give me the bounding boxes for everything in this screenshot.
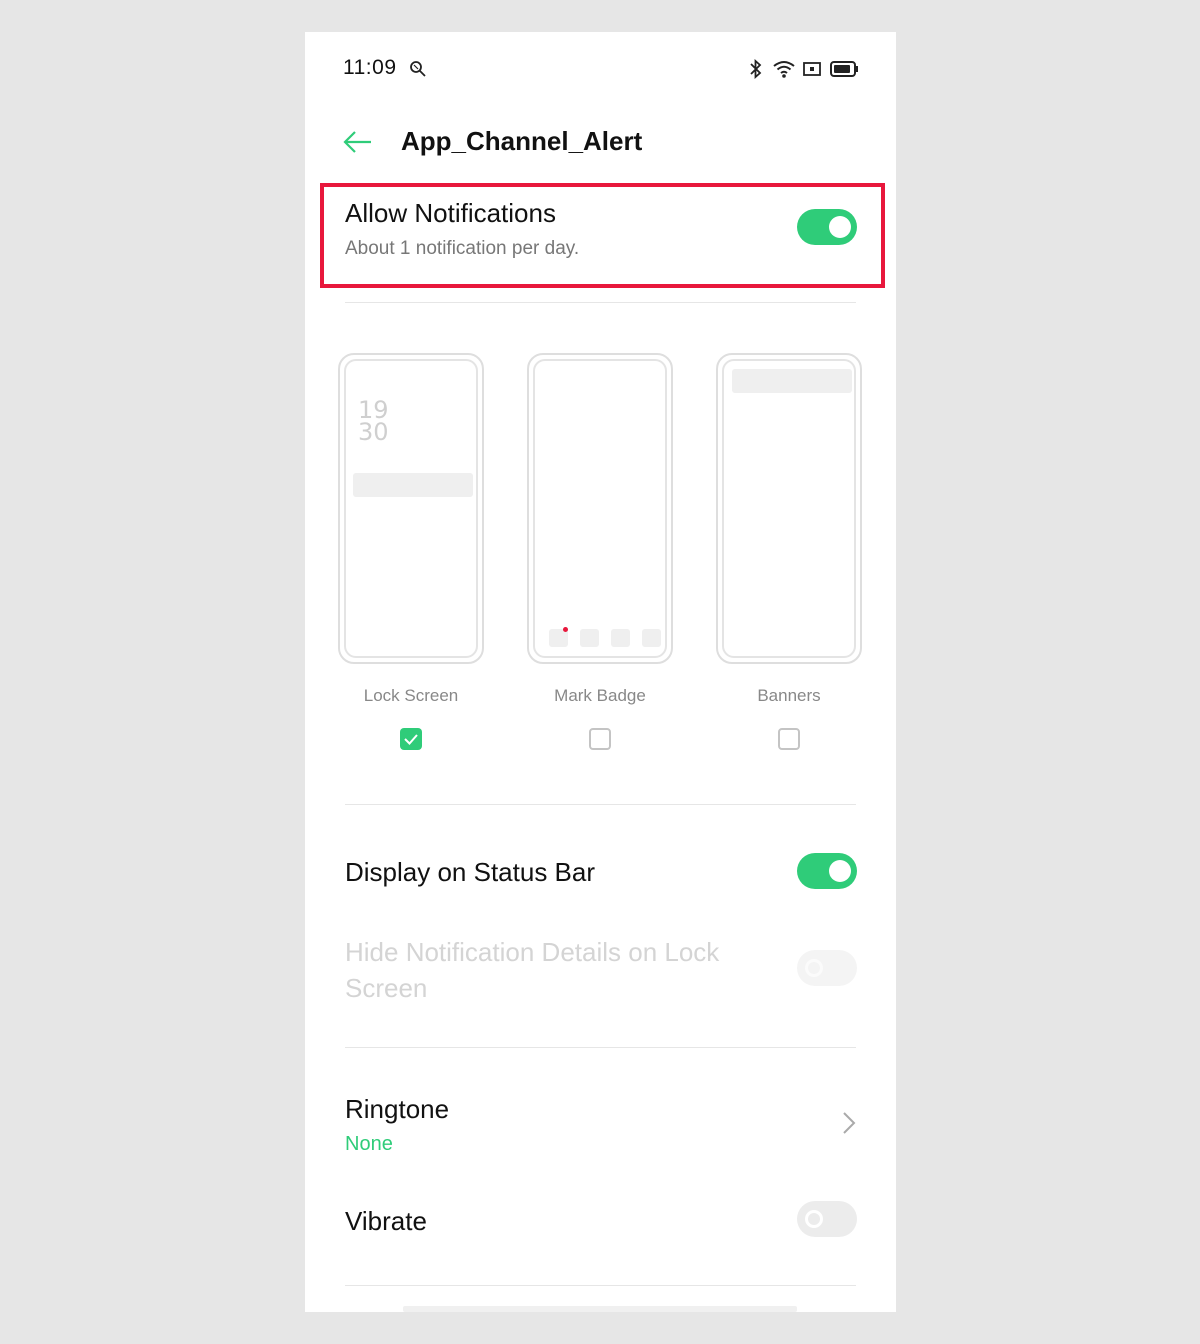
mark-badge-label: Mark Badge: [554, 686, 646, 705]
preview-app-icon: [611, 629, 630, 647]
battery-icon: [829, 58, 859, 80]
preview-banner: [732, 369, 852, 393]
divider: [345, 1047, 856, 1048]
divider: [345, 1285, 856, 1286]
phone-screen: 11:09 App_Channel_Alert Allow Notificati…: [305, 32, 896, 1312]
divider: [345, 302, 856, 303]
allow-notifications-subtitle: About 1 notification per day.: [345, 238, 580, 259]
toggle-knob: [805, 959, 823, 977]
toggle-knob: [829, 216, 851, 238]
display-status-bar-title: Display on Status Bar: [345, 857, 596, 887]
banners-preview[interactable]: [716, 353, 862, 664]
arrow-left-icon: [343, 131, 371, 153]
banners-checkbox[interactable]: [778, 728, 800, 750]
wifi-icon: [772, 58, 796, 80]
preview-notification-card: [353, 473, 473, 497]
mark-badge-checkbox[interactable]: [589, 728, 611, 750]
badge-dot: [563, 627, 568, 632]
ringtone-title: Ringtone: [345, 1094, 450, 1124]
search-status-icon: [408, 58, 428, 80]
toggle-knob: [829, 860, 851, 882]
preview-clock-minute: 30: [358, 418, 389, 446]
mark-badge-preview[interactable]: [527, 353, 673, 664]
hide-details-title-line2: Screen: [345, 973, 428, 1003]
lock-screen-label: Lock Screen: [363, 686, 459, 705]
lock-screen-checkbox[interactable]: [400, 728, 422, 750]
preview-app-icon: [642, 629, 661, 647]
chevron-right-icon: [841, 1111, 857, 1140]
toggle-knob: [805, 1210, 823, 1228]
hide-details-title-line1: Hide Notification Details on Lock: [345, 937, 720, 967]
status-time: 11:09: [343, 56, 397, 79]
display-status-bar-toggle[interactable]: [797, 853, 857, 889]
divider: [345, 804, 856, 805]
checkmark-icon: [404, 734, 418, 745]
bluetooth-icon: [748, 58, 764, 80]
vibrate-toggle[interactable]: [797, 1201, 857, 1237]
ringtone-value: None: [345, 1133, 393, 1155]
banners-label: Banners: [757, 686, 821, 705]
allow-notifications-title: Allow Notifications: [345, 198, 556, 228]
page-title: App_Channel_Alert: [401, 126, 643, 156]
hide-details-toggle[interactable]: [797, 950, 857, 986]
screen-cast-icon: [802, 58, 822, 80]
lock-screen-preview[interactable]: 19 30: [338, 353, 484, 664]
back-button[interactable]: [341, 128, 373, 156]
allow-notifications-toggle[interactable]: [797, 209, 857, 245]
vibrate-title: Vibrate: [345, 1206, 427, 1236]
preview-app-icon: [580, 629, 599, 647]
bottom-scroll-hint: [403, 1306, 797, 1312]
